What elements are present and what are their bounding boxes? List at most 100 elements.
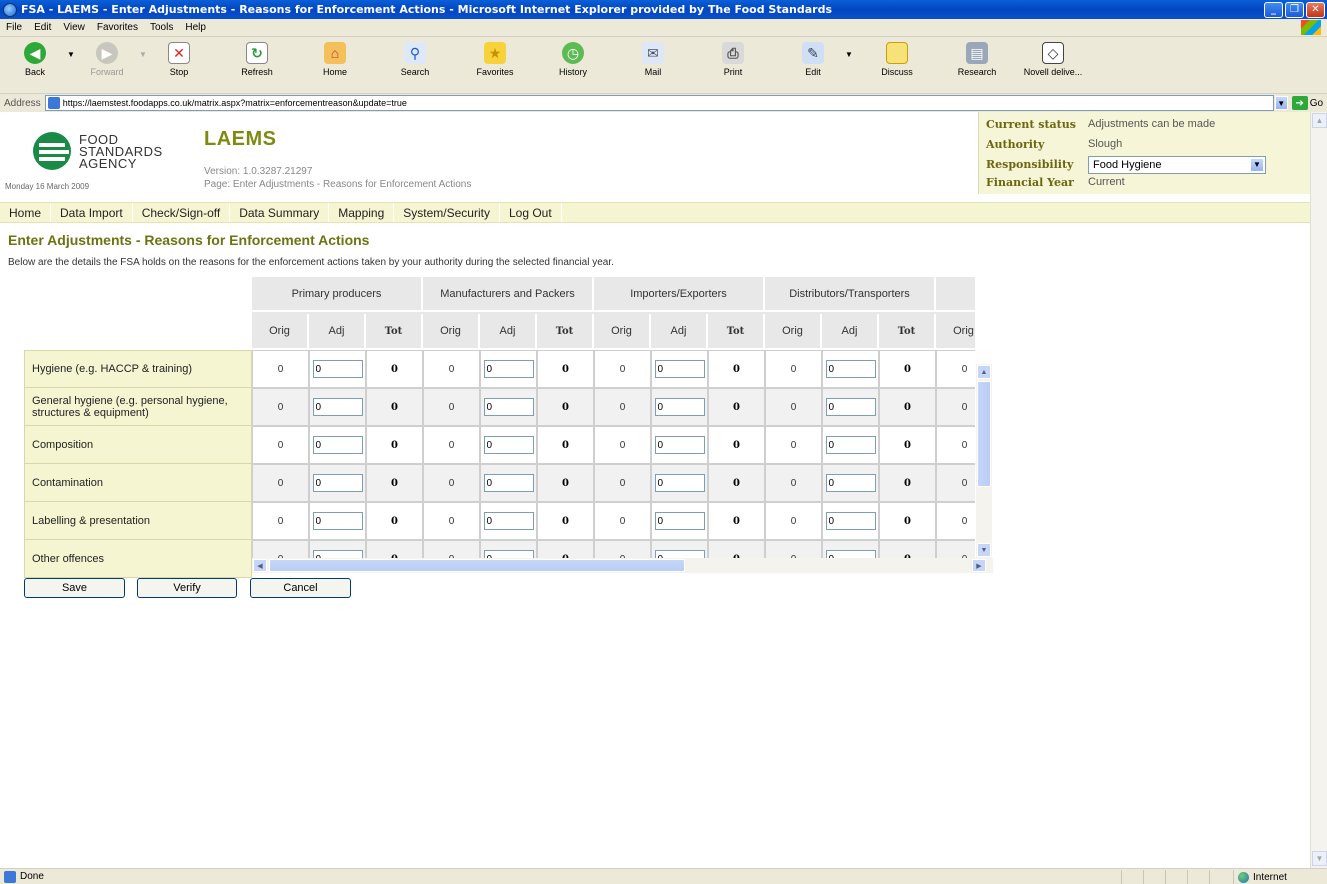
mail-button[interactable]: ✉ Mail (624, 42, 682, 77)
cancel-button[interactable]: Cancel (250, 578, 351, 598)
stop-button[interactable]: ✕ Stop (150, 42, 208, 77)
novell-delivery-button[interactable]: ◇ Novell delive... (1018, 42, 1088, 77)
address-input[interactable]: https://laemstest.foodapps.co.uk/matrix.… (44, 95, 1274, 111)
adjustment-input[interactable] (483, 512, 534, 530)
scroll-down-icon[interactable]: ▼ (977, 543, 991, 557)
nav-check-sign-off[interactable]: Check/Sign-off (133, 203, 230, 222)
matrix-horizontal-scrollbar[interactable]: ◀ ▶ (252, 558, 993, 573)
scroll-up-icon[interactable]: ▲ (977, 365, 991, 379)
orig-value: 0 (594, 502, 651, 540)
total-value: 0 (879, 540, 936, 558)
nav-home[interactable]: Home (0, 203, 50, 222)
adjustment-cell (480, 464, 537, 502)
adjustment-input[interactable] (825, 360, 876, 378)
subcolumn-header-adj: Adj (651, 314, 708, 348)
history-button[interactable]: ◷ History (544, 42, 602, 77)
scroll-thumb[interactable] (977, 381, 991, 487)
restore-button[interactable]: ❐ (1285, 1, 1304, 18)
matrix-vertical-scrollbar[interactable]: ▲ ▼ (976, 364, 992, 558)
adjustment-input[interactable] (312, 398, 363, 416)
subcolumn-header-orig: Orig (936, 314, 975, 348)
adjustment-input[interactable] (654, 550, 705, 558)
print-icon: ⎙ (722, 42, 744, 64)
orig-value: 0 (936, 540, 975, 558)
page-scroll-up-icon[interactable]: ▲ (1312, 113, 1327, 128)
address-dropdown[interactable]: ▼ (1274, 96, 1288, 110)
adjustment-input[interactable] (483, 550, 534, 558)
menu-file[interactable]: File (0, 22, 28, 33)
back-dropdown[interactable]: ▼ (64, 50, 78, 59)
go-button[interactable]: ➔ Go (1291, 96, 1323, 110)
nav-system-security[interactable]: System/Security (394, 203, 499, 222)
adjustment-input[interactable] (483, 360, 534, 378)
search-button[interactable]: ⚲ Search (386, 42, 444, 77)
nav-log-out[interactable]: Log Out (500, 203, 561, 222)
save-button[interactable]: Save (24, 578, 125, 598)
orig-value: 0 (423, 388, 480, 426)
total-value: 0 (537, 350, 594, 388)
scroll-thumb-horizontal[interactable] (269, 559, 685, 572)
adjustment-input[interactable] (312, 512, 363, 530)
adjustment-input[interactable] (825, 474, 876, 492)
menu-favorites[interactable]: Favorites (91, 22, 144, 33)
adjustment-input[interactable] (483, 474, 534, 492)
edit-button[interactable]: ✎ Edit (784, 42, 842, 77)
adjustment-input[interactable] (483, 398, 534, 416)
nav-data-import[interactable]: Data Import (51, 203, 132, 222)
back-button[interactable]: ◀ Back (6, 42, 64, 77)
adjustment-input[interactable] (654, 360, 705, 378)
verify-button[interactable]: Verify (137, 578, 237, 598)
discuss-button[interactable]: Discuss (868, 42, 926, 77)
total-value: 0 (708, 464, 765, 502)
page-header: FOOD STANDARDS AGENCY LAEMS Version: 1.0… (0, 112, 1310, 194)
adjustment-input[interactable] (825, 550, 876, 558)
menu-tools[interactable]: Tools (144, 22, 179, 33)
adjustment-input[interactable] (654, 398, 705, 416)
adjustment-input[interactable] (312, 360, 363, 378)
adjustment-input[interactable] (825, 512, 876, 530)
close-button[interactable]: ✕ (1306, 1, 1325, 18)
print-button[interactable]: ⎙ Print (704, 42, 762, 77)
window-title: FSA - LAEMS - Enter Adjustments - Reason… (21, 3, 833, 16)
page-vertical-scrollbar[interactable]: ▲ ▼ (1310, 112, 1327, 868)
home-button[interactable]: ⌂ Home (306, 42, 364, 77)
refresh-button[interactable]: ↻ Refresh (228, 42, 286, 77)
adjustment-input[interactable] (825, 436, 876, 454)
research-button[interactable]: ▤ Research (948, 42, 1006, 77)
nav-data-summary[interactable]: Data Summary (230, 203, 328, 222)
mail-icon: ✉ (642, 42, 664, 64)
adjustment-input[interactable] (654, 474, 705, 492)
subcolumn-header-adj: Adj (480, 314, 537, 348)
nav-mapping[interactable]: Mapping (329, 203, 393, 222)
adjustment-input[interactable] (312, 436, 363, 454)
page-scroll-down-icon[interactable]: ▼ (1312, 851, 1327, 866)
adjustment-input[interactable] (654, 436, 705, 454)
total-value: 0 (879, 350, 936, 388)
adjustment-input[interactable] (312, 474, 363, 492)
orig-value: 0 (252, 350, 309, 388)
total-value: 0 (708, 502, 765, 540)
authority-value: Slough (1088, 138, 1123, 150)
menu-edit[interactable]: Edit (28, 22, 57, 33)
responsibility-select[interactable]: Food Hygiene ▼ (1088, 156, 1266, 174)
favorites-button[interactable]: ★ Favorites (466, 42, 524, 77)
edit-dropdown[interactable]: ▼ (842, 50, 856, 59)
status-text: Done (20, 871, 44, 882)
adjustment-input[interactable] (825, 398, 876, 416)
security-zone: Internet (1233, 870, 1327, 884)
subcolumn-header-tot: Tot (708, 314, 765, 348)
current-status-value: Adjustments can be made (1088, 118, 1216, 130)
forward-button[interactable]: ▶ Forward (78, 42, 136, 77)
adjustment-input[interactable] (483, 436, 534, 454)
menu-help[interactable]: Help (179, 22, 212, 33)
adjustment-input[interactable] (654, 512, 705, 530)
globe-icon (1238, 871, 1249, 883)
minimize-button[interactable]: _ (1264, 1, 1283, 18)
adjustment-input[interactable] (312, 550, 363, 558)
menu-view[interactable]: View (57, 22, 91, 33)
forward-dropdown[interactable]: ▼ (136, 50, 150, 59)
scroll-right-icon[interactable]: ▶ (972, 559, 986, 572)
scroll-left-icon[interactable]: ◀ (253, 559, 267, 572)
responsibility-label: Responsibility (986, 158, 1074, 171)
back-arrow-icon: ◀ (24, 42, 46, 64)
